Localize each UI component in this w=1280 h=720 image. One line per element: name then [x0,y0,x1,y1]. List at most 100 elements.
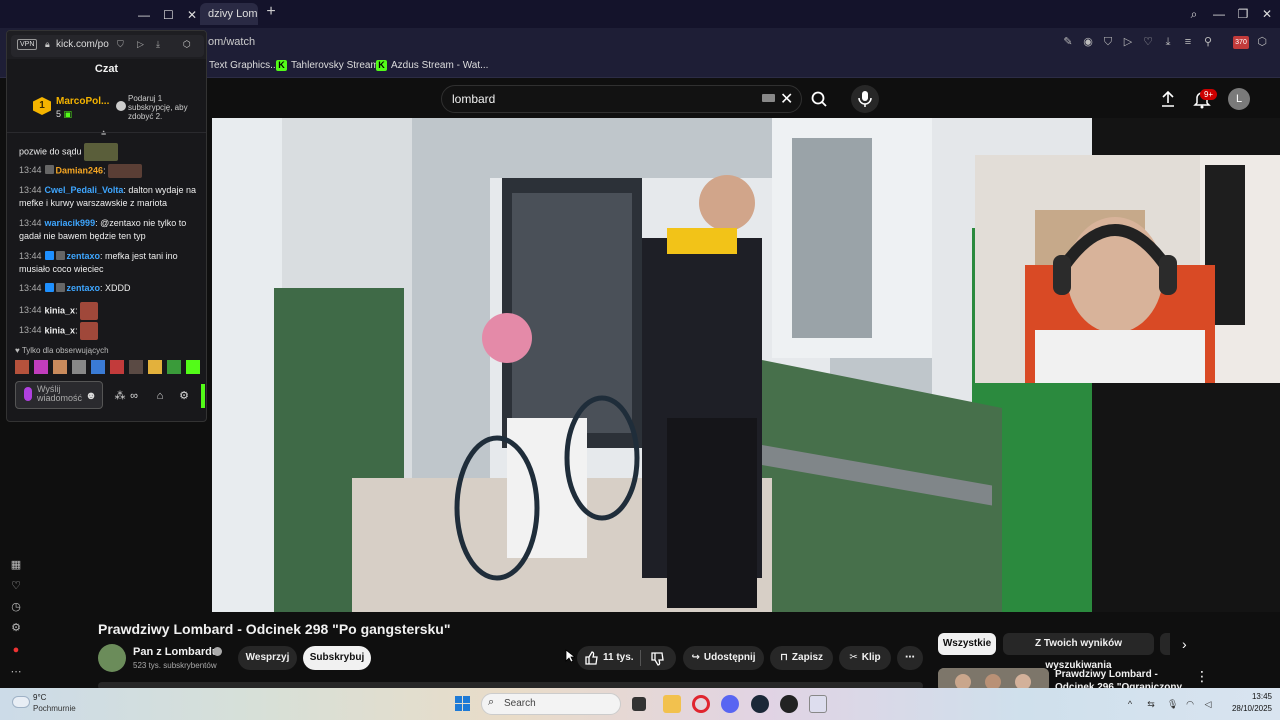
file-explorer-icon[interactable] [663,695,681,713]
emote-picker-row[interactable] [15,359,206,375]
obs-icon[interactable] [780,695,798,713]
bookmark-item[interactable]: Text Graphics... [209,60,278,71]
users-icon[interactable]: ⁂ [113,389,127,403]
play-icon[interactable]: ▷ [137,39,144,50]
badge-icon [55,283,65,292]
app-window-icon[interactable] [809,695,827,713]
chip-partial[interactable] [1160,633,1170,655]
video-frame [212,118,1092,612]
collapse-icon[interactable]: ⩮ [101,128,106,139]
dislike-button[interactable] [650,651,666,672]
steam-icon[interactable] [751,695,769,713]
chip-from-search[interactable]: Z Twoich wyników wyszukiwania [1003,633,1154,671]
settings-icon[interactable]: ⚙ [9,621,23,635]
clear-search-icon[interactable]: ✕ [780,89,793,109]
minimize-icon[interactable]: — [1208,4,1230,24]
discord-icon[interactable] [721,695,739,713]
more-actions-button[interactable]: ⋯ [897,646,923,670]
search-button[interactable] [802,85,836,113]
voice-search-button[interactable] [851,85,879,113]
opera-icon[interactable] [692,695,710,713]
subscribe-button[interactable]: Subskrybuj [303,646,371,670]
emoji-icon[interactable]: ☻ [84,389,98,403]
record-icon[interactable]: ● [9,643,23,657]
chevron-right-icon[interactable]: › [1182,636,1187,652]
maximize-icon[interactable]: ❐ [1232,4,1254,24]
taskbar-search-box[interactable] [481,693,621,715]
chip-all[interactable]: Wszystkie [938,633,996,655]
chat-message: 13:44 wariacik999: @zentaxo nie tylko to … [19,218,187,241]
download-icon[interactable]: ⤓ [156,39,160,50]
save-button[interactable]: ⊓ Zapisz [770,646,833,670]
search-tabs-icon[interactable]: ⌕ [1183,4,1205,24]
weather-description[interactable]: Pochmurnie [33,704,76,713]
new-tab-button[interactable]: + [263,4,279,21]
store-icon[interactable]: ⌂ [153,389,167,403]
heart-icon[interactable]: ♡ [9,579,23,593]
browser-tab[interactable]: dzivy Lombo [200,3,258,25]
network-tray-icon[interactable]: ⇆ [1146,699,1156,709]
chat-message: 13:44 Damian246: [19,164,201,178]
support-button[interactable]: Wesprzyj [238,646,297,670]
settings-icon[interactable]: ⚙ [177,389,191,403]
like-count[interactable]: 11 tys. [603,652,634,663]
windows-start-icon[interactable] [455,696,471,712]
account-avatar[interactable]: L [1228,88,1250,110]
gifter-name[interactable]: MarcoPol... [56,96,109,107]
video-title: Prawdziwy Lombard - Odcinek 298 "Po gang… [98,621,451,637]
chat-input-placeholder: Wyślij wiadomość [37,384,83,403]
upload-icon[interactable] [1157,88,1179,110]
clock-date[interactable]: 28/10/2025 [1226,704,1272,713]
cube-icon[interactable]: ⬡ [1255,35,1269,49]
bookmark-item[interactable]: K Azdus Stream - Wat... [376,60,488,71]
task-view-icon[interactable] [632,697,646,711]
channel-name[interactable]: Pan z Lombardu [133,646,219,658]
apps-icon[interactable]: ▦ [9,558,23,572]
download-icon[interactable]: ⤓ [1161,35,1175,49]
clip-button[interactable]: ✂ Klip [839,646,891,670]
keyboard-icon[interactable] [762,94,775,102]
extension-badge[interactable]: 370 [1233,36,1249,49]
profile-icon[interactable]: ⚲ [1201,35,1215,49]
taskbar-search-placeholder: Search [504,698,536,709]
video-player[interactable] [212,118,1092,612]
menu-icon[interactable]: ≡ [1181,35,1195,49]
channel-avatar[interactable] [98,644,126,672]
wifi-icon[interactable]: ◠ [1185,699,1195,709]
send-button[interactable] [201,384,205,408]
cube-icon[interactable]: ⬡ [183,39,191,50]
clock-time[interactable]: 13:45 [1240,692,1272,701]
cloud-icon[interactable] [12,696,30,708]
weather-temperature[interactable]: 9°C [33,693,46,702]
share-button[interactable]: ↪ Udostępnij [683,646,764,670]
bookmark-item[interactable]: K Tahlerovsky Stream... [276,60,387,71]
play-icon[interactable]: ▷ [1121,35,1135,49]
close-icon[interactable]: ✕ [1256,4,1278,24]
popup-url[interactable]: kick.com/po [56,39,109,50]
vpn-badge[interactable]: VPN [17,39,38,50]
popup-maximize-icon[interactable]: ☐ [163,8,174,22]
mic-icon[interactable] [24,387,32,401]
notification-badge: 9+ [1200,89,1217,100]
mic-tray-icon[interactable]: 🎙︎ [1167,699,1178,709]
search-input[interactable]: lombard [441,85,802,113]
edit-icon[interactable]: ✎ [1061,35,1075,49]
chat-popup-window: VPN 🔒︎ kick.com/po ⛉ ▷ ⤓ ⬡ Czat 1 MarcoP… [6,30,207,422]
more-horizontal-icon[interactable]: ⋯ [9,665,23,679]
emote [108,164,143,178]
gift-cta[interactable]: Podaruj 1 subskrypcję, aby zdobyć 2. [128,94,204,121]
popup-minimize-icon[interactable]: — [138,8,150,22]
shield-icon[interactable]: ⛉ [1101,35,1115,49]
camera-icon[interactable]: ◉ [1081,35,1095,49]
like-button[interactable] [584,650,600,671]
history-icon[interactable]: ◷ [9,600,23,614]
heart-icon[interactable]: ♡ [1141,35,1155,49]
popup-close-icon[interactable]: ✕ [187,8,197,22]
url-text[interactable]: om/watch [208,36,255,48]
shield-icon[interactable]: ⛉ [117,39,124,50]
kick-icon: K [376,60,387,71]
infinity-icon[interactable]: ∞ [127,389,141,403]
tray-overflow-icon[interactable]: ^ [1125,699,1135,709]
volume-icon[interactable]: ◁ [1203,699,1213,709]
more-vertical-icon[interactable]: ⋮ [1195,668,1209,685]
